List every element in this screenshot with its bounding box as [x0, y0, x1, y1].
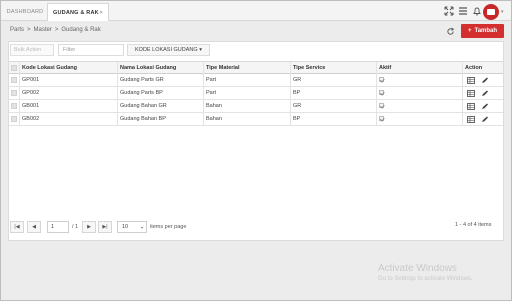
chevron-down-icon[interactable]: ▾ [501, 9, 507, 15]
kode-cell: GP001 [20, 74, 118, 87]
plus-icon: + [467, 28, 472, 34]
nama-cell: Gudang Parts BP [118, 87, 204, 100]
nama-cell: Gudang Parts GR [118, 74, 204, 87]
breadcrumb-separator: > [27, 27, 31, 33]
kode-cell: GP002 [20, 87, 118, 100]
edit-icon[interactable] [481, 90, 489, 97]
aktif-cell [377, 113, 463, 126]
tab-gudang-rak[interactable]: GUDANG & RAK × [47, 3, 109, 21]
caret-down-icon: ▾ [140, 225, 143, 230]
table-row[interactable]: GP001 Gudang Parts GR Part GR [9, 74, 503, 87]
service-cell: BP [291, 113, 377, 126]
table-row[interactable]: GP002 Gudang Parts BP Part BP [9, 87, 503, 100]
aktif-cell [377, 100, 463, 113]
service-cell: BP [291, 87, 377, 100]
page-size-select[interactable]: 10 ▾ [117, 221, 147, 233]
nama-cell: Gudang Bahan BP [118, 113, 204, 126]
watermark-title: Activate Windows [378, 263, 457, 274]
prev-page-button[interactable]: ◀ [27, 221, 41, 233]
close-tab-icon[interactable]: × [100, 4, 103, 22]
row-checkbox[interactable] [11, 77, 17, 83]
row-checkbox[interactable] [11, 116, 17, 122]
row-select-cell[interactable] [9, 74, 20, 87]
filter-input[interactable]: Filter [58, 44, 124, 56]
breadcrumb-parts[interactable]: Parts [10, 27, 24, 33]
edit-icon[interactable] [481, 103, 489, 110]
aktif-checkbox [379, 77, 384, 82]
breadcrumb: Parts > Master > Gudang & Rak [10, 27, 104, 33]
table-icon[interactable] [467, 90, 475, 97]
kode-cell: GB001 [20, 100, 118, 113]
action-cell [463, 74, 503, 87]
nama-cell: Gudang Bahan GR [118, 100, 204, 113]
material-cell: Part [204, 87, 291, 100]
aktif-cell [377, 74, 463, 87]
refresh-icon[interactable] [446, 27, 455, 36]
first-page-button[interactable]: |◀ [10, 221, 24, 233]
table-icon[interactable] [467, 103, 475, 110]
top-bar: DASHBOARD GUDANG & RAK × ▾ [1, 1, 511, 21]
tab-dashboard[interactable]: DASHBOARD [4, 3, 46, 21]
aktif-checkbox [379, 103, 384, 108]
sort-field-label: KODE LOKASI GUDANG [135, 47, 198, 53]
row-select-cell[interactable] [9, 87, 20, 100]
aktif-checkbox [379, 90, 384, 95]
breadcrumb-current: Gudang & Rak [61, 27, 101, 33]
aktif-checkbox [379, 116, 384, 121]
kode-cell: GB002 [20, 113, 118, 126]
bulk-action-dropdown[interactable]: Bulk Action [10, 44, 54, 56]
table-icon[interactable] [467, 77, 475, 84]
next-page-button[interactable]: ▶ [82, 221, 96, 233]
row-select-cell[interactable] [9, 113, 20, 126]
table-row[interactable]: GB001 Gudang Bahan GR Bahan GR [9, 100, 503, 113]
page-size-label: items per page [150, 224, 187, 230]
avatar[interactable] [483, 4, 499, 20]
table-row[interactable]: GB002 Gudang Bahan BP Bahan BP [9, 113, 503, 126]
edit-icon[interactable] [481, 77, 489, 84]
table-header-row: Kode Lokasi Gudang Nama Lokasi Gudang Ti… [9, 61, 503, 75]
action-cell [463, 87, 503, 100]
last-page-button[interactable]: ▶| [98, 221, 112, 233]
activation-watermark: Activate Windows Go to Settings to activ… [378, 263, 473, 282]
service-cell: GR [291, 100, 377, 113]
breadcrumb-master[interactable]: Master [34, 27, 52, 33]
expand-icon[interactable] [443, 5, 455, 17]
page-size-value: 10 [122, 224, 129, 230]
material-cell: Part [204, 74, 291, 87]
row-checkbox[interactable] [11, 103, 17, 109]
action-cell [463, 100, 503, 113]
material-cell: Bahan [204, 113, 291, 126]
action-cell [463, 113, 503, 126]
watermark-subtitle: Go to Settings to activate Windows. [378, 276, 473, 282]
table-icon[interactable] [467, 116, 475, 123]
sort-field-dropdown[interactable]: KODE LOKASI GUDANG ▾ [127, 44, 210, 56]
select-all-checkbox[interactable] [11, 65, 17, 71]
row-select-cell[interactable] [9, 100, 20, 113]
breadcrumb-separator: > [54, 27, 59, 33]
menu-icon[interactable] [457, 5, 469, 17]
page-number-input[interactable]: 1 [47, 221, 69, 233]
add-button-label: Tambah [474, 28, 498, 34]
row-checkbox[interactable] [11, 90, 17, 96]
page-total: / 1 [72, 224, 79, 230]
service-cell: GR [291, 74, 377, 87]
aktif-cell [377, 87, 463, 100]
tab-gudang-rak-label: GUDANG & RAK [53, 10, 99, 16]
item-count: 1 - 4 of 4 items [455, 222, 492, 228]
material-cell: Bahan [204, 100, 291, 113]
add-button[interactable]: + Tambah [461, 24, 504, 38]
edit-icon[interactable] [481, 116, 489, 123]
caret-down-icon: ▾ [199, 47, 202, 53]
bell-icon[interactable] [471, 5, 483, 17]
